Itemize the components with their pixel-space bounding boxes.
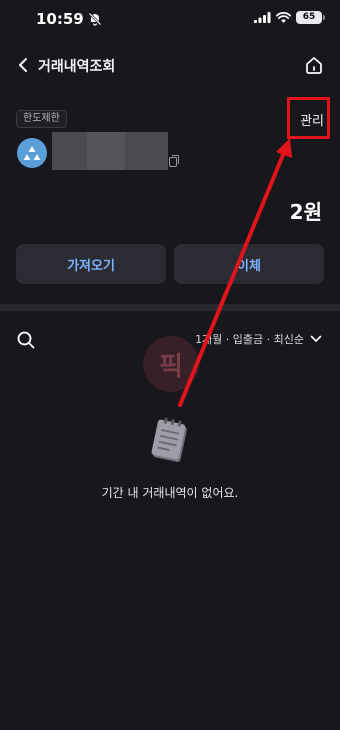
home-icon <box>306 57 322 74</box>
filter-label: 1개월 · 입출금 · 최신순 <box>195 333 304 346</box>
section-divider <box>0 304 340 311</box>
battery-icon: 65 <box>296 11 325 24</box>
status-bar: 10:59 65 <box>0 0 340 38</box>
copy-icon[interactable] <box>169 155 179 167</box>
nav-bar: 거래내역조회 <box>0 48 340 82</box>
empty-state-message: 기간 내 거래내역이 없어요. <box>101 486 239 500</box>
transfer-button[interactable]: 이체 <box>174 244 324 284</box>
bank-logo-mark <box>23 146 41 160</box>
page-title: 거래내역조회 <box>38 59 116 75</box>
empty-note-icon <box>151 417 187 462</box>
status-time: 10:59 <box>36 10 84 28</box>
period-filter-dropdown[interactable]: 1개월 · 입출금 · 최신순 <box>195 331 322 347</box>
back-button[interactable] <box>12 54 34 76</box>
watermark-logo: 픽 <box>143 336 199 392</box>
import-button[interactable]: 가져오기 <box>16 244 166 284</box>
chevron-down-icon <box>310 335 322 342</box>
bank-logo-icon <box>17 138 47 168</box>
bell-off-icon <box>88 12 102 26</box>
search-icon[interactable] <box>16 330 36 350</box>
wifi-icon <box>276 12 291 23</box>
account-number-masked <box>52 132 168 170</box>
annotation-highlight-box <box>287 97 330 139</box>
back-arrow-icon <box>19 58 27 72</box>
status-indicators: 65 <box>254 11 325 24</box>
home-button[interactable] <box>302 53 326 77</box>
limit-badge: 한도제한 <box>16 110 67 128</box>
account-balance: 2원 <box>289 200 322 224</box>
signal-icon <box>254 12 271 23</box>
